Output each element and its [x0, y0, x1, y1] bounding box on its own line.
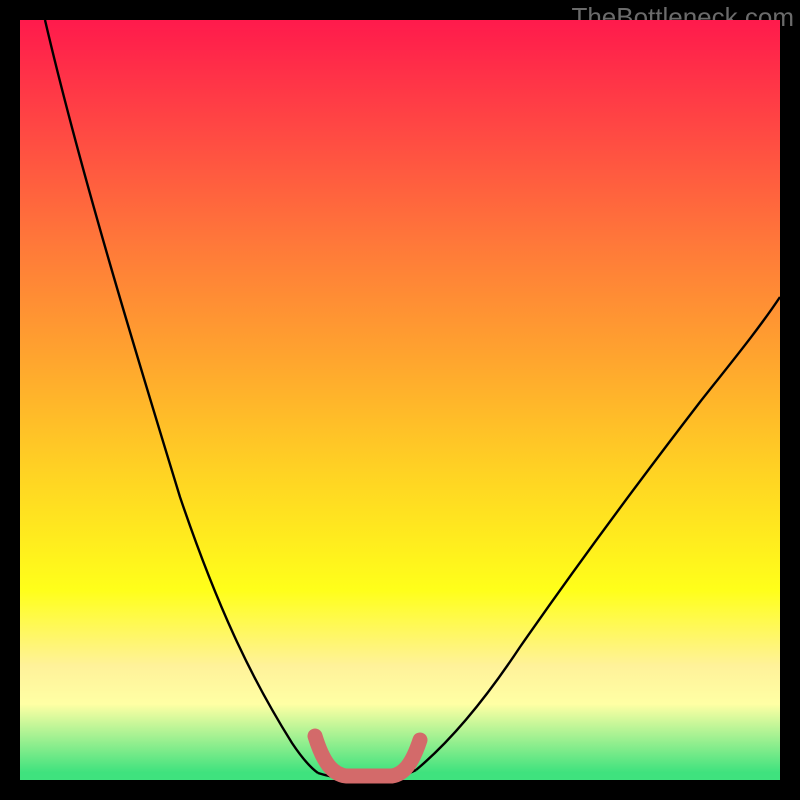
curve-right	[416, 297, 780, 770]
frame: TheBottleneck.com	[0, 0, 800, 800]
valley-marker	[315, 736, 420, 776]
plot-svg	[20, 20, 780, 780]
plot-gradient-background	[20, 20, 780, 780]
curve-left	[45, 20, 318, 773]
